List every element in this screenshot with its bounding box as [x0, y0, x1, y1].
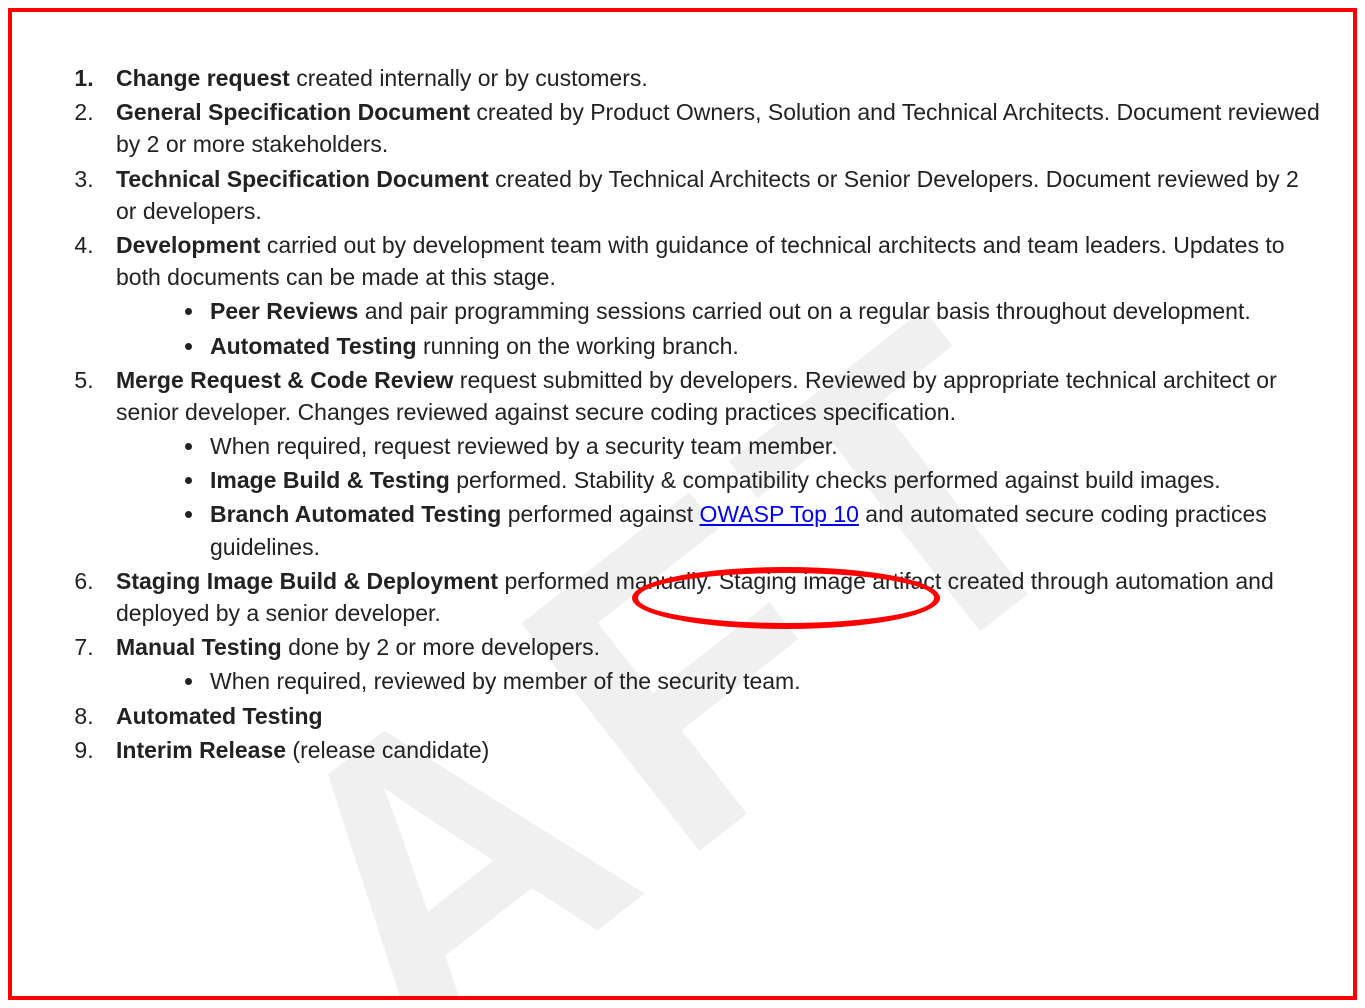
- text-run: running on the working branch.: [417, 333, 739, 359]
- term-bold: General Specification Document: [116, 99, 470, 125]
- term-bold: Manual Testing: [116, 634, 282, 660]
- list-item-text: Change request created internally or by …: [116, 65, 648, 91]
- sub-list-item: Peer Reviews and pair programming sessio…: [206, 295, 1323, 327]
- text-run: created internally or by customers.: [290, 65, 648, 91]
- text-run: done by 2 or more developers.: [282, 634, 600, 660]
- list-item-text: Automated Testing: [116, 703, 323, 729]
- list-item: Change request created internally or by …: [100, 62, 1323, 94]
- term-bold: Image Build & Testing: [210, 467, 450, 493]
- list-item-text: Development carried out by development t…: [116, 232, 1285, 290]
- sub-list-item: Automated Testing running on the working…: [206, 330, 1323, 362]
- term-bold: Peer Reviews: [210, 298, 358, 324]
- list-item: Interim Release (release candidate): [100, 734, 1323, 766]
- document-frame: AFT Change request created internally or…: [8, 8, 1357, 1000]
- sub-list-item: Image Build & Testing performed. Stabili…: [206, 464, 1323, 496]
- text-run: When required, reviewed by member of the…: [210, 668, 801, 694]
- term-bold: Automated Testing: [210, 333, 417, 359]
- text-run: performed against: [501, 501, 699, 527]
- document-body: Change request created internally or by …: [12, 12, 1353, 798]
- term-bold: Change request: [116, 65, 290, 91]
- list-item: Merge Request & Code Review request subm…: [100, 364, 1323, 563]
- text-run: (release candidate): [286, 737, 489, 763]
- sub-list: Peer Reviews and pair programming sessio…: [116, 295, 1323, 361]
- sub-list-item: When required, reviewed by member of the…: [206, 665, 1323, 697]
- term-bold: Merge Request & Code Review: [116, 367, 453, 393]
- term-bold: Technical Specification Document: [116, 166, 489, 192]
- sub-list: When required, reviewed by member of the…: [116, 665, 1323, 697]
- list-item: Manual Testing done by 2 or more develop…: [100, 631, 1323, 697]
- list-item-text: Manual Testing done by 2 or more develop…: [116, 634, 600, 660]
- list-item-text: Technical Specification Document created…: [116, 166, 1299, 224]
- process-list: Change request created internally or by …: [52, 62, 1323, 766]
- text-run: carried out by development team with gui…: [116, 232, 1285, 290]
- term-bold: Branch Automated Testing: [210, 501, 501, 527]
- sub-list-item: Branch Automated Testing performed again…: [206, 498, 1323, 562]
- text-run: and pair programming sessions carried ou…: [358, 298, 1250, 324]
- list-item-text: Merge Request & Code Review request subm…: [116, 367, 1277, 425]
- term-bold: Staging Image Build & Deployment: [116, 568, 498, 594]
- list-item-text: General Specification Document created b…: [116, 99, 1320, 157]
- list-item: Technical Specification Document created…: [100, 163, 1323, 227]
- list-item: General Specification Document created b…: [100, 96, 1323, 160]
- text-run: performed. Stability & compatibility che…: [450, 467, 1221, 493]
- sub-list-item: When required, request reviewed by a sec…: [206, 430, 1323, 462]
- list-item: Staging Image Build & Deployment perform…: [100, 565, 1323, 629]
- list-item: Development carried out by development t…: [100, 229, 1323, 362]
- owasp-link[interactable]: OWASP Top 10: [700, 501, 859, 527]
- list-item-text: Staging Image Build & Deployment perform…: [116, 568, 1274, 626]
- term-bold: Automated Testing: [116, 703, 323, 729]
- text-run: When required, request reviewed by a sec…: [210, 433, 838, 459]
- sub-list: When required, request reviewed by a sec…: [116, 430, 1323, 563]
- list-item: Automated Testing: [100, 700, 1323, 732]
- list-item-text: Interim Release (release candidate): [116, 737, 489, 763]
- term-bold: Development: [116, 232, 260, 258]
- term-bold: Interim Release: [116, 737, 286, 763]
